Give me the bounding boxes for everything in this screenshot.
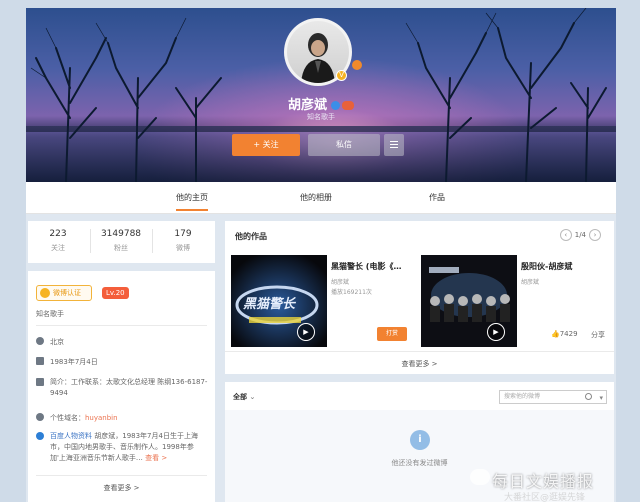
stat-weibo[interactable]: 179 微博 [153, 229, 213, 253]
domain-link[interactable]: huyanbin [85, 414, 118, 422]
prev-page-button[interactable]: ‹ [559, 229, 572, 241]
info-baike: 百度人物资料 胡彦斌，1983年7月4日生于上海市，中国内地男歌手、音乐制作人。… [36, 431, 208, 464]
feed-filter-dropdown[interactable]: 全部 ⌄ [233, 392, 255, 402]
stat-fans[interactable]: 3149788 粉丝 [91, 229, 151, 253]
like-count[interactable]: 👍7429 [551, 330, 578, 338]
work-thumbnail[interactable]: ▶ [421, 255, 517, 347]
work-title[interactable]: 黑猫警长 (电影《… [331, 261, 401, 272]
location-icon [36, 337, 44, 345]
stat-weibo-label: 微博 [176, 244, 190, 252]
info-domain-label: 个性域名： [50, 414, 85, 422]
watermark-title: 每日文娱播报 [492, 472, 595, 491]
profile-name: 胡彦斌 [26, 94, 616, 113]
divider [225, 351, 614, 352]
stat-following-value: 223 [49, 229, 67, 239]
stat-following[interactable]: 223 关注 [28, 229, 88, 253]
info-see-more[interactable]: 查看更多 > [28, 483, 215, 493]
tab-album[interactable]: 他的相册 [300, 192, 332, 203]
message-button[interactable]: 私信 [308, 134, 380, 156]
profile-tabs: 他的主页 他的相册 作品 [26, 182, 616, 214]
divider [36, 475, 207, 476]
profile-description: 知名歌手 [307, 113, 335, 121]
pager-label: 1/4 [574, 231, 586, 239]
work-title[interactable]: 殷阳伙-胡彦斌 [521, 261, 572, 272]
feed-filter-label: 全部 [233, 393, 247, 401]
reward-button[interactable]: 打赏 [377, 327, 407, 341]
info-bio-label: 简介： [50, 378, 71, 386]
like-count-value: 7429 [559, 330, 578, 338]
work-author: 胡彦斌 [331, 279, 350, 286]
feed-search-input[interactable]: 搜索他的微博 ▾ [499, 390, 607, 404]
thumb-up-icon: 👍 [551, 330, 560, 338]
share-button[interactable]: 分享 [591, 330, 605, 340]
info-location-text: 北京 [50, 338, 64, 346]
play-icon[interactable]: ▶ [297, 323, 315, 341]
divider [36, 325, 207, 326]
verified-icon [40, 288, 50, 298]
member-icon [342, 101, 354, 110]
menu-icon [390, 144, 398, 145]
works-title: 他的作品 [235, 232, 267, 241]
person-icon [36, 413, 44, 421]
vip-icon [331, 101, 340, 110]
verified-tag[interactable]: 微博认证 [36, 285, 92, 301]
search-icon[interactable] [585, 393, 592, 400]
work-thumbnail[interactable]: 黑猫警长 ▶ [231, 255, 327, 347]
profile-name-text: 胡彦斌 [287, 98, 327, 113]
chevron-down-icon[interactable]: ▾ [599, 392, 603, 404]
next-page-button[interactable]: › [589, 229, 601, 241]
info-domain: 个性域名：huyanbin [36, 413, 118, 424]
play-icon[interactable]: ▶ [487, 323, 505, 341]
empty-text: 他还没有发过微博 [391, 459, 448, 467]
verified-tag-label: 微博认证 [53, 289, 81, 297]
info-birthday-text: 1983年7月4日 [50, 358, 98, 366]
wechat-icon [470, 469, 490, 485]
watermark-subtitle: 大番社区@逛娱先锋 [504, 493, 586, 502]
works-see-more[interactable]: 查看更多 > [225, 359, 614, 369]
works-pager: ‹ 1/4 › [557, 229, 604, 241]
baike-icon [36, 432, 44, 440]
verified-icon: V [336, 70, 347, 81]
info-bio: 简介：工作联系：太歌文化总经理 陈纲136-6187-9494 [36, 377, 208, 399]
search-placeholder: 搜索他的微博 [504, 393, 541, 400]
work-plays: 播放169211次 [331, 289, 372, 296]
info-location: 北京 [36, 337, 64, 348]
info-title: 知名歌手 [36, 310, 64, 318]
more-menu-button[interactable] [384, 134, 404, 156]
works-card: 他的作品 ‹ 1/4 › 黑猫警长 ▶ 黑猫警长 (电影《… 胡彦斌 播放16921… [225, 221, 614, 374]
level-icon [352, 60, 362, 70]
level-tag[interactable]: Lv.20 [102, 287, 129, 299]
tab-works[interactable]: 作品 [429, 192, 445, 203]
bio-icon [36, 378, 44, 386]
info-bio-text: 工作联系：太歌文化总经理 陈纲136-6187-9494 [50, 378, 208, 397]
follow-button[interactable]: + 关注 [232, 134, 300, 156]
stat-following-label: 关注 [51, 244, 65, 252]
info-icon: i [410, 430, 430, 450]
poster-title: 黑猫警长 [243, 297, 296, 312]
stats-card: 223 关注 3149788 粉丝 179 微博 [28, 221, 215, 263]
profile-page: V 胡彦斌 知名歌手 + 关注 私信 他的主页 他的相册 作品 223 关注 3… [26, 8, 616, 502]
baike-source[interactable]: 百度人物资料 [50, 432, 92, 440]
stat-fans-value: 3149788 [100, 229, 142, 239]
stat-weibo-value: 179 [174, 229, 192, 239]
calendar-icon [36, 357, 44, 365]
tab-home[interactable]: 他的主页 [176, 192, 208, 211]
info-card: 微博认证 Lv.20 知名歌手 北京 1983年7月4日 简介：工作联系：太歌文… [28, 271, 215, 502]
baike-more-link[interactable]: 查看 > [145, 454, 167, 462]
chevron-down-icon: ⌄ [249, 393, 256, 401]
cover-image: V 胡彦斌 知名歌手 + 关注 私信 [26, 8, 616, 182]
work-author: 胡彦斌 [521, 279, 540, 286]
stat-fans-label: 粉丝 [114, 244, 128, 252]
info-birthday: 1983年7月4日 [36, 357, 98, 368]
